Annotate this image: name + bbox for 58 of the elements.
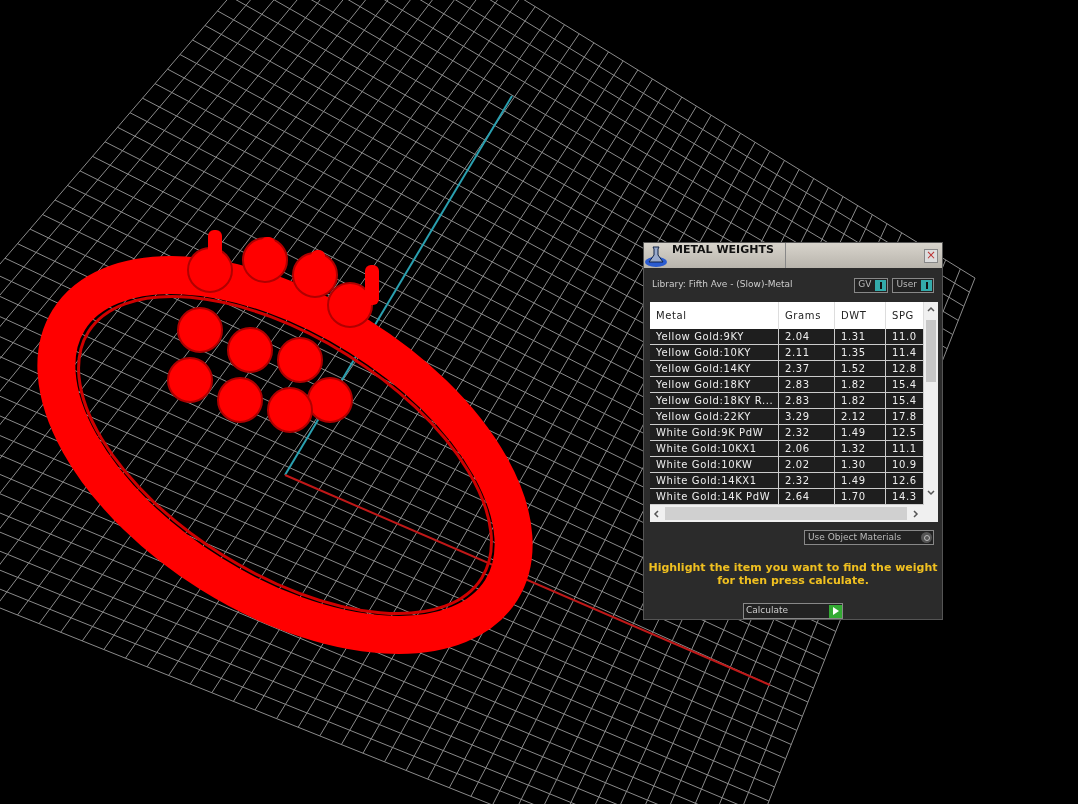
scrollbar-thumb[interactable] bbox=[926, 320, 936, 382]
table-cell: 1.30 bbox=[835, 457, 886, 473]
table-cell: 2.02 bbox=[779, 457, 835, 473]
table-cell: 2.64 bbox=[779, 489, 835, 505]
table-cell: 2.83 bbox=[779, 377, 835, 393]
table-cell: 2.06 bbox=[779, 441, 835, 457]
table-cell: 15.4 bbox=[886, 377, 924, 393]
table-cell: White Gold:14K PdW bbox=[650, 489, 779, 505]
table-cell: 12.5 bbox=[886, 425, 924, 441]
library-label: Library: Fifth Ave - (Slow)-Metal bbox=[652, 278, 793, 292]
table-cell: 10.9 bbox=[886, 457, 924, 473]
close-button[interactable]: × bbox=[924, 248, 938, 263]
play-icon bbox=[832, 607, 839, 615]
table-cell: 2.12 bbox=[835, 409, 886, 425]
table-cell: 11.1 bbox=[886, 441, 924, 457]
table-cell: Yellow Gold:9KY bbox=[650, 329, 779, 345]
table-cell: 2.32 bbox=[779, 425, 835, 441]
table-cell: 11.4 bbox=[886, 345, 924, 361]
table-cell: Yellow Gold:10KY bbox=[650, 345, 779, 361]
toggle-button[interactable]: User bbox=[892, 277, 934, 293]
table-cell: White Gold:10KW bbox=[650, 457, 779, 473]
table-cell: 14.3 bbox=[886, 489, 924, 505]
table-cell: 1.82 bbox=[835, 393, 886, 409]
hint-text: Highlight the item you want to find the weight for then press calculate. bbox=[647, 561, 939, 587]
table-cell: White Gold:9K PdW bbox=[650, 425, 779, 441]
table-cell: White Gold:10KX1 bbox=[650, 441, 779, 457]
table-cell: Yellow Gold:18KY bbox=[650, 377, 779, 393]
vertical-scrollbar[interactable] bbox=[924, 302, 938, 505]
table-cell: 1.52 bbox=[835, 361, 886, 377]
table-cell: 1.31 bbox=[835, 329, 886, 345]
table-cell: 11.0 bbox=[886, 329, 924, 345]
toggle-button[interactable]: GV bbox=[854, 277, 889, 293]
table-cell: 17.8 bbox=[886, 409, 924, 425]
table-cell: 12.6 bbox=[886, 473, 924, 489]
table-cell: White Gold:14KX1 bbox=[650, 473, 779, 489]
table-cell: 1.35 bbox=[835, 345, 886, 361]
table-cell: 2.11 bbox=[779, 345, 835, 361]
calculate-button[interactable]: Calculate bbox=[743, 603, 843, 619]
table-cell: 2.04 bbox=[779, 329, 835, 345]
table-cell: Yellow Gold:18KY R... bbox=[650, 393, 779, 409]
table-cell: Yellow Gold:22KY bbox=[650, 409, 779, 425]
table-cell: Yellow Gold:14KY bbox=[650, 361, 779, 377]
table-cell: 1.70 bbox=[835, 489, 886, 505]
table-cell: 12.8 bbox=[886, 361, 924, 377]
table-cell: 1.32 bbox=[835, 441, 886, 457]
table-cell: 1.82 bbox=[835, 377, 886, 393]
table-cell: 15.4 bbox=[886, 393, 924, 409]
flask-icon bbox=[644, 243, 668, 268]
table-cell: 2.32 bbox=[779, 473, 835, 489]
object-materials-toggle[interactable]: Use Object Materials bbox=[804, 530, 934, 545]
table-cell: 1.49 bbox=[835, 473, 886, 489]
dialog-title: METAL WEIGHTS bbox=[668, 243, 786, 268]
scrollbar-thumb[interactable] bbox=[664, 507, 908, 520]
horizontal-scrollbar[interactable] bbox=[650, 505, 938, 522]
table-cell: 1.49 bbox=[835, 425, 886, 441]
table-cell: 2.37 bbox=[779, 361, 835, 377]
table-cell: 2.83 bbox=[779, 393, 835, 409]
table-cell: 3.29 bbox=[779, 409, 835, 425]
